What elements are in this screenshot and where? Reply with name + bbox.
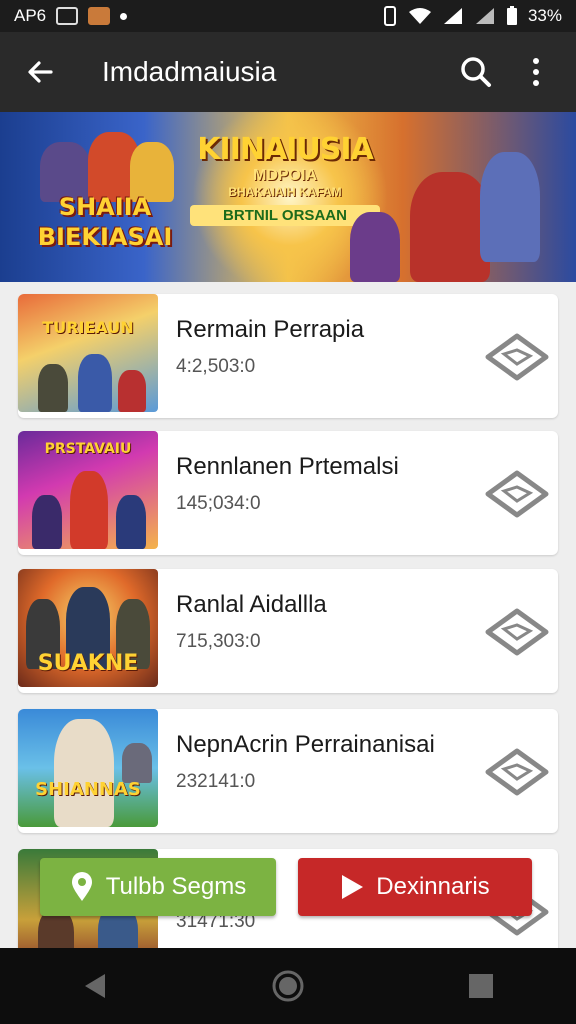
- search-icon: [461, 57, 491, 87]
- list-item[interactable]: SUAKNE Ranlal Aidallla 715,303:0: [18, 569, 558, 693]
- diamond-tag-icon[interactable]: [484, 607, 550, 657]
- banner-left-logo: SHAIIA BIEKIASAI: [30, 192, 180, 252]
- thumbnail-figure: [116, 495, 146, 549]
- item-thumbnail: SUAKNE: [18, 569, 158, 687]
- item-title: Rennlanen Prtemalsi: [176, 453, 399, 480]
- navigation-bar: [0, 948, 576, 1024]
- red-action-button[interactable]: Dexinnaris: [298, 858, 532, 916]
- app-bar: Imdadmaiusia: [0, 32, 576, 112]
- promo-banner[interactable]: SHAIIA BIEKIASAI KIINAIUSIA MDPOIA BHAKA…: [0, 112, 576, 282]
- item-title: Rermain Perrapia: [176, 316, 365, 343]
- wifi-icon: [408, 8, 431, 24]
- item-count: 232141:0: [176, 771, 256, 792]
- banner-character: [480, 152, 540, 262]
- diamond-tag-icon[interactable]: [484, 332, 550, 382]
- banner-center-tagline: BHAKAIAIH KAFAM: [228, 185, 342, 199]
- thumbnail-figure: [118, 370, 146, 412]
- image-icon: [56, 7, 79, 25]
- banner-left-line1: SHAIIA: [58, 193, 152, 221]
- thumbnail-text: TURIEAUN: [42, 318, 134, 337]
- battery-label: 33%: [527, 6, 562, 25]
- red-button-label: Dexinnaris: [376, 873, 490, 900]
- thumbnail-figure: [32, 495, 62, 549]
- nav-recents-icon[interactable]: [467, 972, 495, 1000]
- banner-center-title: KIINAIUSIA: [197, 132, 373, 167]
- back-arrow-icon: [28, 61, 53, 83]
- item-title: Ranlal Aidallla: [176, 591, 327, 618]
- item-thumbnail: TURIEAUN: [18, 294, 158, 412]
- thumbnail-figure: [78, 354, 112, 412]
- item-title: NepnAcrin Perrainanisai: [176, 731, 435, 758]
- banner-center-logo: KIINAIUSIA MDPOIA BHAKAIAIH KAFAM BRTNIL…: [190, 132, 380, 226]
- signal-icon-2: [475, 8, 494, 24]
- thumbnail-text: SUAKNE: [37, 651, 139, 676]
- more-button[interactable]: [514, 50, 558, 94]
- green-action-button[interactable]: Tulbb Segms: [40, 858, 276, 916]
- thumbnail-text: PRSTAVAIU: [44, 441, 132, 457]
- banner-left-line2: BIEKIASAI: [37, 223, 173, 251]
- item-count: 145;034:0: [176, 493, 261, 514]
- carrier-label: AP6: [14, 6, 47, 25]
- app-title: Imdadmaiusia: [102, 56, 277, 87]
- app-icon: [88, 7, 111, 25]
- green-button-label: Tulbb Segms: [105, 873, 247, 900]
- back-button[interactable]: [18, 50, 62, 94]
- vibrate-icon: [383, 6, 396, 26]
- diamond-tag-icon[interactable]: [484, 747, 550, 797]
- diamond-tag-icon[interactable]: [484, 469, 550, 519]
- play-icon: [342, 875, 364, 899]
- nav-home-icon[interactable]: [271, 969, 305, 1003]
- signal-icon: [443, 8, 462, 24]
- list-item[interactable]: PRSTAVAIU Rennlanen Prtemalsi 145;034:0: [18, 431, 558, 555]
- list-item[interactable]: TURIEAUN Rermain Perrapia 4:2,503:0: [18, 294, 558, 418]
- list-item[interactable]: SHIANNAS NepnAcrin Perrainanisai 232141:…: [18, 709, 558, 833]
- battery-icon: [506, 6, 517, 25]
- banner-character: [350, 212, 400, 282]
- item-thumbnail: SHIANNAS: [18, 709, 158, 827]
- thumbnail-figure: [54, 719, 114, 827]
- thumbnail-text: SHIANNAS: [35, 779, 141, 800]
- banner-character: [410, 172, 490, 282]
- location-pin-icon: [71, 872, 92, 901]
- status-left: AP6: [14, 6, 128, 26]
- more-vert-icon: [533, 58, 539, 86]
- notification-dot-icon: [120, 12, 128, 20]
- status-bar: AP6 33%: [0, 0, 576, 32]
- nav-back-icon[interactable]: [81, 972, 109, 1000]
- banner-center-tagline-2: BRTNIL ORSAAN: [190, 205, 380, 226]
- search-button[interactable]: [454, 50, 498, 94]
- action-buttons: Tulbb Segms Dexinnaris: [0, 858, 576, 918]
- item-thumbnail: PRSTAVAIU: [18, 431, 158, 549]
- thumbnail-figure: [70, 471, 108, 549]
- banner-center-subtitle: MDPOIA: [253, 167, 317, 184]
- status-right: 33%: [382, 6, 562, 26]
- thumbnail-figure: [38, 364, 68, 412]
- thumbnail-figure: [122, 743, 152, 783]
- item-count: 4:2,503:0: [176, 356, 256, 377]
- item-count: 715,303:0: [176, 631, 261, 652]
